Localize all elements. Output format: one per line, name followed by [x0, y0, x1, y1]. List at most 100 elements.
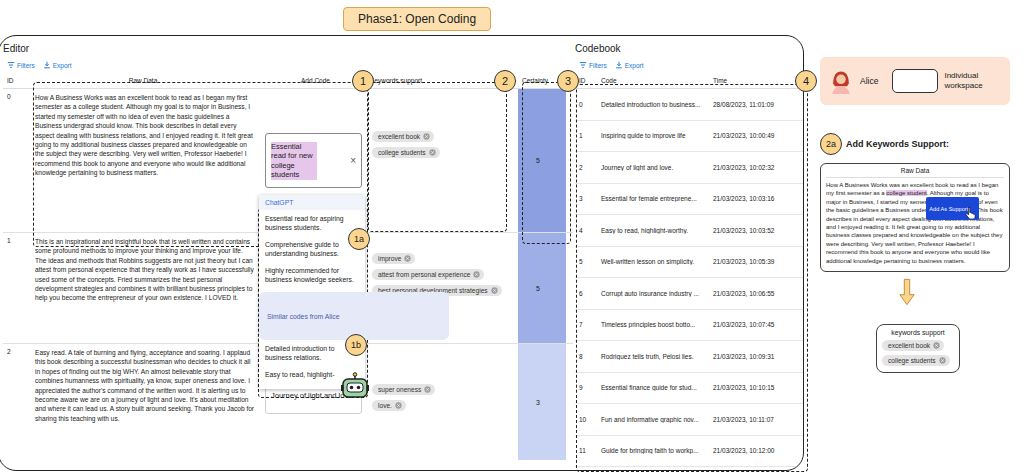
codebook-header: IDCodeTime: [575, 72, 803, 89]
keyword-chip[interactable]: attest from personal experience: [372, 269, 484, 280]
table-header: IDRaw DataAdd CodeKeywords supportCertai…: [3, 72, 573, 89]
code-time: 21/03/2023, 10:03:52: [709, 227, 799, 234]
keyword-chip[interactable]: love.: [372, 400, 406, 411]
phase-label: Phase1: Open Coding: [343, 7, 491, 31]
annotation-region: [576, 84, 808, 472]
filter-icon: [579, 61, 587, 69]
code-id: 1: [575, 132, 597, 139]
highlighted-text[interactable]: college student: [886, 190, 926, 196]
keywords-cell: excellent book college students: [366, 89, 518, 232]
side-panel: Alice Individual workspace 2a Add Keywor…: [820, 35, 1020, 476]
add-code-cell: Essential read for new college students …: [261, 89, 366, 232]
codebook-row[interactable]: 1 Inspiring guide to improve life 21/03/…: [575, 121, 803, 153]
certainty-cell: 5: [518, 233, 566, 343]
code-text: Essential read for new college students: [271, 142, 317, 180]
remove-icon[interactable]: [423, 133, 430, 140]
preview-text: How A Business Works was an excellent bo…: [826, 181, 1004, 265]
code-label: Essential for female entreprene...: [597, 195, 709, 202]
codebook-row[interactable]: 11 Guide for bringing faith to workp... …: [575, 436, 803, 468]
codebook-row[interactable]: 7 Timeless principles boost botto... 21/…: [575, 310, 803, 342]
annotation-badge: 1b: [345, 334, 367, 356]
codebook-row[interactable]: 6 Corrupt auto insurance industry ... 21…: [575, 278, 803, 310]
robot-icon: [340, 372, 370, 402]
code-label: Guide for bringing faith to workp...: [597, 447, 709, 454]
code-id: 11: [575, 447, 597, 454]
keyword-chip[interactable]: college students: [372, 147, 440, 158]
add-support-tooltip[interactable]: Add As Support: [926, 197, 979, 220]
code-id: 4: [575, 227, 597, 234]
remove-icon[interactable]: [491, 287, 498, 294]
code-label: Easy to read, highlight-worthy.: [597, 227, 709, 234]
code-id: 3: [575, 195, 597, 202]
keyword-chip[interactable]: improve: [372, 253, 415, 264]
remove-icon[interactable]: [424, 386, 431, 393]
filters-button[interactable]: Filters: [579, 61, 607, 69]
codebook-row[interactable]: 0 Detailed introduction to business... 2…: [575, 89, 803, 121]
export-button[interactable]: Export: [615, 61, 644, 69]
remove-icon[interactable]: [473, 271, 480, 278]
code-input[interactable]: Essential read for new college students …: [265, 133, 362, 188]
raw-data: This is an inspirational and insightful …: [21, 233, 261, 343]
filters-button[interactable]: Filters: [7, 61, 35, 69]
raw-data: Easy read. A tale of burning and flying,…: [21, 344, 261, 460]
raw-data-preview: Raw Data How A Business Works was an exc…: [820, 163, 1010, 272]
annotation-badge: 1a: [348, 228, 370, 250]
code-time: 21/03/2023, 10:02:32: [709, 164, 799, 171]
workspace-card: Alice Individual workspace: [820, 57, 1010, 105]
workspace-label: Individual workspace: [944, 71, 994, 91]
code-label: Corrupt auto insurance industry ...: [597, 290, 709, 297]
row-id: 2: [3, 344, 21, 460]
remove-icon[interactable]: [933, 342, 940, 349]
keyword-chip[interactable]: excellent book: [882, 340, 944, 351]
editor-title: Editor: [3, 36, 573, 58]
keyword-chip[interactable]: super oneness: [372, 384, 435, 395]
column-header: Add Code: [261, 77, 366, 84]
annotation-badge: 3: [557, 70, 579, 92]
figure: Phase1: Open Coding Editor Filters Expor…: [0, 0, 1024, 476]
annotation-region: [368, 82, 507, 232]
code-id: 10: [575, 416, 597, 423]
app-frame: Editor Filters Export IDRaw DataAdd Code…: [0, 35, 804, 471]
code-id: 6: [575, 290, 597, 297]
keyword-chip[interactable]: excellent book: [372, 131, 434, 142]
clear-button[interactable]: ×: [350, 156, 356, 166]
export-button[interactable]: Export: [43, 61, 72, 69]
codebook-row[interactable]: 4 Easy to read, highlight-worthy. 21/03/…: [575, 215, 803, 247]
code-time: 21/03/2023, 10:10:15: [709, 384, 799, 391]
column-header: Time: [709, 77, 799, 84]
code-id: 8: [575, 353, 597, 360]
codebook-row[interactable]: 8 Rodriguez tells truth, Pelosi lies. 21…: [575, 341, 803, 373]
code-id: 7: [575, 321, 597, 328]
codebook-row[interactable]: 9 Essential finance guide for stud... 21…: [575, 373, 803, 405]
hand-cursor-icon: [965, 206, 976, 219]
remove-icon[interactable]: [404, 255, 411, 262]
row-id: 1: [3, 233, 21, 343]
code-time: 21/03/2023, 10:03:16: [709, 195, 799, 202]
codebook-row[interactable]: 10 Fun and informative graphic nov... 21…: [575, 404, 803, 436]
suggestion-item[interactable]: Highly recommended for business knowledg…: [259, 262, 365, 288]
codebook-row[interactable]: 5 Well-written lesson on simplicity. 21/…: [575, 247, 803, 279]
annotation-badge: 1: [352, 70, 374, 92]
remove-icon[interactable]: [429, 149, 436, 156]
table-row: 0 How A Business Works was an excellent …: [3, 89, 573, 233]
suggestion-group-title: Similar codes from Alice: [259, 292, 449, 340]
raw-data: How A Business Works was an excellent bo…: [21, 89, 261, 232]
code-id: 0: [575, 101, 597, 108]
codebook-toolbar: Filters Export: [575, 58, 803, 72]
remove-icon[interactable]: [939, 357, 946, 364]
code-id: 9: [575, 384, 597, 391]
remove-icon[interactable]: [395, 402, 402, 409]
user-name: Alice: [860, 76, 878, 86]
code-time: 21/03/2023, 10:00:49: [709, 132, 799, 139]
keyword-chip[interactable]: college students: [882, 355, 950, 366]
code-label: Rodriguez tells truth, Pelosi lies.: [597, 353, 709, 360]
code-label: Inspiring guide to improve life: [597, 132, 709, 139]
codebook-row[interactable]: 2 Journey of light and love. 21/03/2023,…: [575, 152, 803, 184]
code-id: 5: [575, 258, 597, 265]
code-label: Journey of light and love.: [597, 164, 709, 171]
code-label: Detailed introduction to business...: [597, 101, 709, 108]
codebook-row[interactable]: 3 Essential for female entreprene... 21/…: [575, 184, 803, 216]
suggestion-group-title: ChatGPT: [259, 195, 365, 210]
column-header: Code: [597, 77, 709, 84]
code-time: 21/03/2023, 10:06:55: [709, 290, 799, 297]
